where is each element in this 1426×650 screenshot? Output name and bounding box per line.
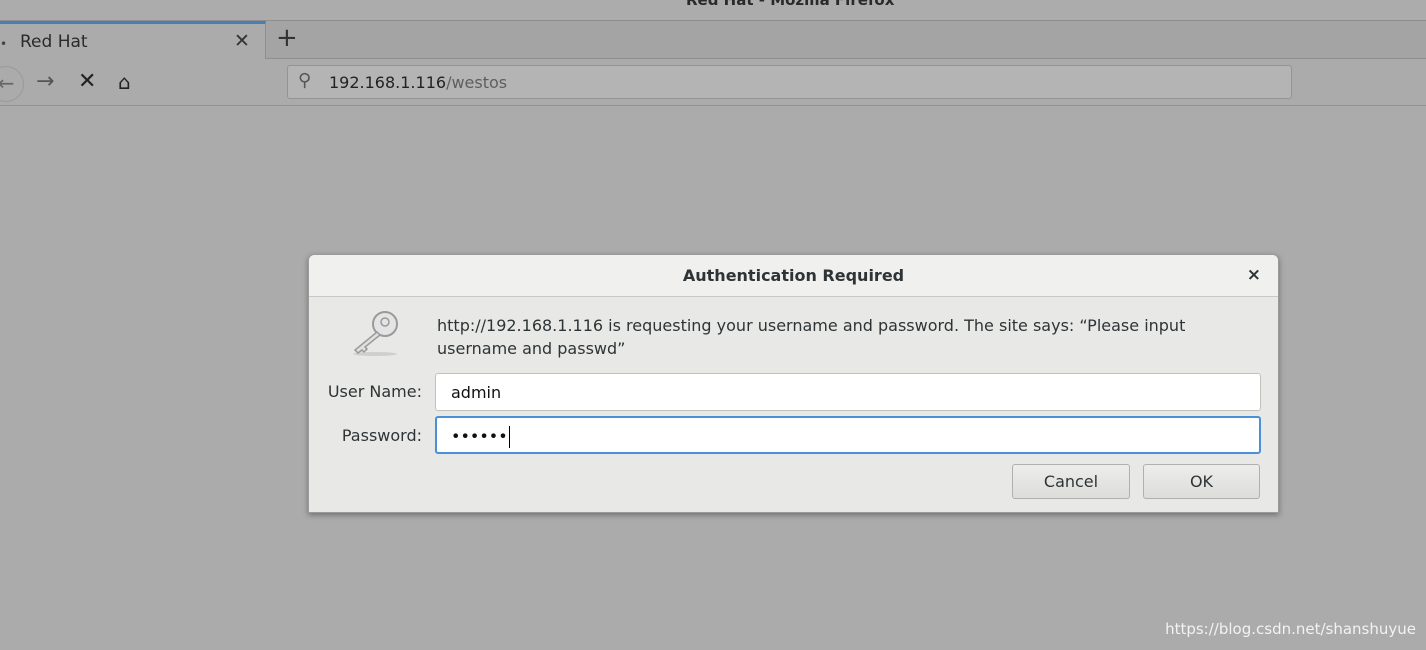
back-button-icon[interactable]: ← <box>0 66 24 102</box>
authentication-dialog: Authentication Required × http://192.168… <box>308 254 1279 513</box>
ok-button[interactable]: OK <box>1143 464 1260 499</box>
url-host: 192.168.1.116 <box>329 73 447 92</box>
text-caret <box>508 426 510 448</box>
username-input[interactable]: admin <box>435 373 1261 411</box>
dialog-close-icon[interactable]: × <box>1247 265 1261 285</box>
cancel-button[interactable]: Cancel <box>1012 464 1130 499</box>
dialog-title: Authentication Required <box>682 266 905 285</box>
forward-button-icon[interactable]: → <box>36 69 54 94</box>
username-label: User Name: <box>327 382 422 401</box>
url-text: 192.168.1.116/westos <box>329 73 507 92</box>
new-tab-button[interactable]: + <box>276 23 298 53</box>
key-icon <box>353 311 398 356</box>
url-bar[interactable]: ⚲ 192.168.1.116/westos <box>287 65 1292 99</box>
tab-label: Red Hat <box>20 32 88 52</box>
home-button-icon[interactable]: ⌂ <box>118 70 131 94</box>
stop-button-icon[interactable]: ✕ <box>78 69 96 94</box>
loading-indicator-icon: • <box>0 37 8 51</box>
navigation-toolbar: ← → ✕ ⌂ ⚲ 192.168.1.116/westos <box>0 60 1426 106</box>
window-title: Red Hat - Mozilla Firefox <box>686 0 895 9</box>
url-path: /westos <box>446 73 508 92</box>
dialog-message: http://192.168.1.116 is requesting your … <box>437 316 1186 358</box>
dialog-header: Authentication Required × <box>309 255 1278 297</box>
window-titlebar: Red Hat - Mozilla Firefox <box>0 0 1426 21</box>
username-value: admin <box>451 383 502 402</box>
tab-red-hat[interactable]: • Red Hat ✕ <box>0 21 266 59</box>
search-icon: ⚲ <box>298 70 312 91</box>
tab-close-icon[interactable]: ✕ <box>234 30 250 52</box>
password-label: Password: <box>341 426 422 445</box>
watermark: https://blog.csdn.net/shanshuyue <box>1165 620 1416 638</box>
tab-bar: • Red Hat ✕ + <box>0 21 1426 59</box>
password-value: •••••• <box>451 426 508 446</box>
password-input[interactable]: •••••• <box>435 416 1261 454</box>
